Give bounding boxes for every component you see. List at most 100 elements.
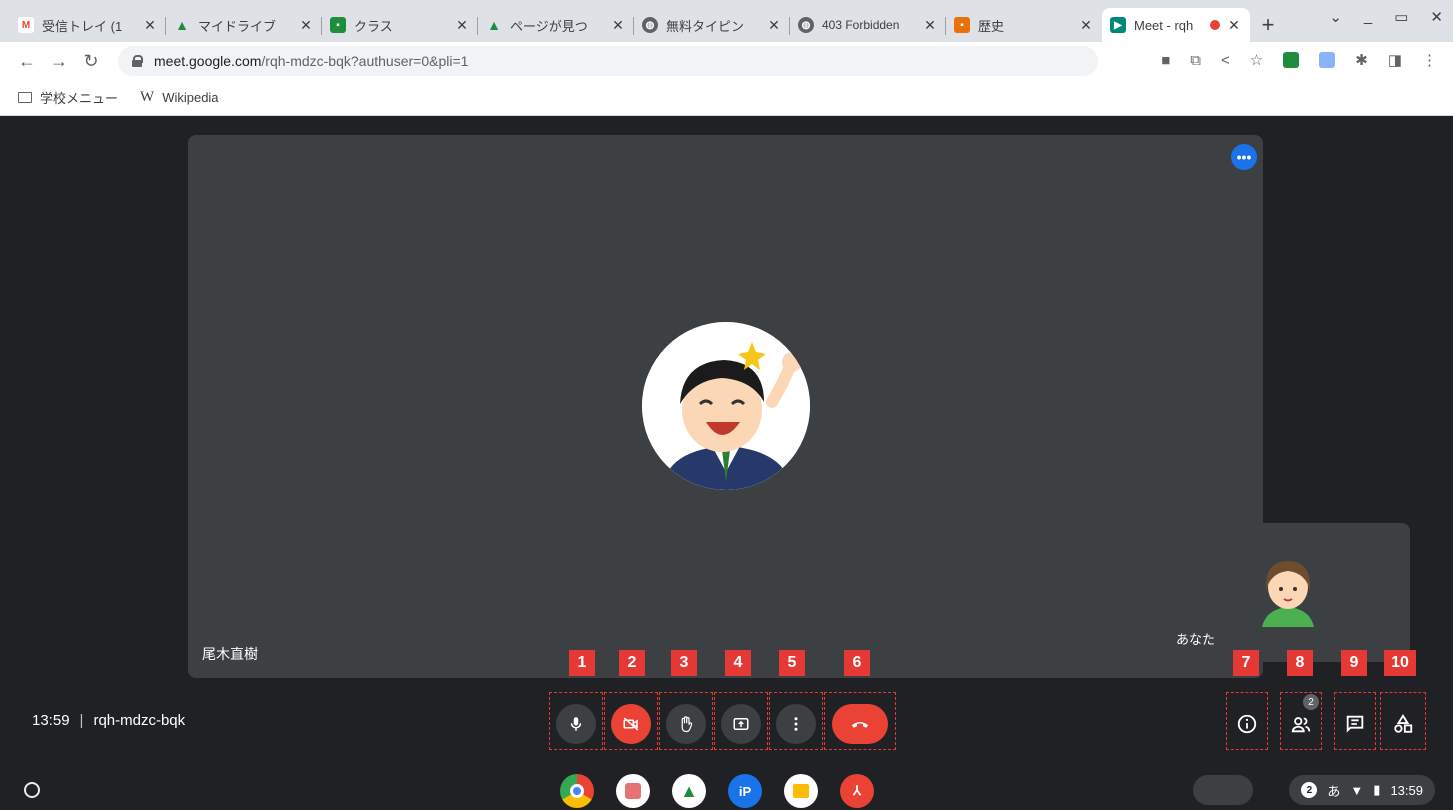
tile-more-options-icon[interactable]: ••• <box>1231 144 1257 170</box>
paint-app-icon[interactable]: iP <box>728 774 762 808</box>
close-icon[interactable]: ✕ <box>454 17 470 34</box>
forward-icon[interactable]: → <box>46 51 72 72</box>
extensions-icon[interactable]: ✱ <box>1355 51 1368 69</box>
activities-icon <box>1394 714 1413 733</box>
chat-icon <box>1346 715 1364 733</box>
participant-name: 尾木直樹 <box>202 646 258 662</box>
tab-title: 受信トレイ (1 <box>42 18 123 34</box>
gmail-icon: M <box>18 17 34 33</box>
new-tab-button[interactable]: + <box>1250 8 1286 42</box>
screen: M 受信トレイ (1 ✕ ▲ マイドライブ ✕ ▪ クラス ✕ ▲ ページが見つ… <box>0 0 1453 810</box>
meeting-details-button[interactable] <box>1227 704 1267 744</box>
tab-history[interactable]: ▪ 歴史 ✕ <box>946 8 1102 42</box>
tab-drive[interactable]: ▲ マイドライブ ✕ <box>166 8 322 42</box>
bookmark-label: Wikipedia <box>162 90 219 105</box>
bookmark-wikipedia[interactable]: W Wikipedia <box>140 89 219 106</box>
url-host: meet.google.com <box>154 53 262 69</box>
self-view-tile[interactable]: あなた <box>1164 523 1410 662</box>
meeting-time: 13:59 <box>32 712 70 729</box>
participant-avatar <box>642 322 810 490</box>
close-icon[interactable]: ✕ <box>922 17 938 34</box>
notification-count: 2 <box>1301 782 1318 798</box>
drive-icon[interactable]: ▲ <box>672 774 706 808</box>
slides-icon: ▪ <box>954 17 970 33</box>
close-icon[interactable]: ✕ <box>766 17 782 34</box>
notes-app-icon[interactable] <box>784 774 818 808</box>
classroom-extension-icon[interactable] <box>1283 52 1300 68</box>
tab-typing[interactable]: ◍ 無料タイピン ✕ <box>634 8 790 42</box>
recording-icon <box>1210 20 1220 30</box>
raise-hand-button[interactable] <box>666 704 706 744</box>
tab-title: クラス <box>354 18 393 34</box>
cartoon-man-avatar <box>642 322 810 490</box>
meeting-details: 13:59 | rqh-mdzc-bqk <box>32 712 185 729</box>
present-screen-button[interactable] <box>721 704 761 744</box>
tab-forbidden[interactable]: ◍ 403 Forbidden ✕ <box>790 8 946 42</box>
tab-drive-2[interactable]: ▲ ページが見つ ✕ <box>478 8 634 42</box>
menu-icon[interactable]: ⋮ <box>1422 51 1437 69</box>
tab-strip: M 受信トレイ (1 ✕ ▲ マイドライブ ✕ ▪ クラス ✕ ▲ ページが見つ… <box>0 0 1453 42</box>
share-icon[interactable]: < <box>1221 52 1230 69</box>
participants-button[interactable]: 2 <box>1281 694 1321 744</box>
more-vert-icon <box>794 717 798 731</box>
chat-button[interactable] <box>1335 704 1375 744</box>
wifi-icon: ▼ <box>1350 782 1364 798</box>
camera-off-icon <box>623 717 639 731</box>
annotation-badge-5: 5 <box>779 650 805 676</box>
close-icon[interactable]: ✕ <box>298 17 314 34</box>
address-bar[interactable]: meet.google.com/rqh-mdzc-bqk?authuser=0&… <box>118 46 1098 76</box>
bookmark-school-menu[interactable]: 学校メニュー <box>18 88 118 107</box>
annotation-badge-6: 6 <box>844 650 870 676</box>
close-icon[interactable]: ✕ <box>142 17 158 34</box>
participant-count-badge: 2 <box>1303 694 1319 710</box>
tab-meet[interactable]: ▶ Meet - rqh ✕ <box>1102 8 1250 42</box>
status-tray[interactable]: 2 あ ▼ ▮ 13:59 <box>1289 775 1435 805</box>
tab-classroom[interactable]: ▪ クラス ✕ <box>322 8 478 42</box>
annotation-badge-4: 4 <box>725 650 751 676</box>
info-icon <box>1237 714 1257 734</box>
drive-icon: ▲ <box>175 17 189 33</box>
activities-button[interactable] <box>1383 704 1423 744</box>
image-extension-icon[interactable] <box>1319 52 1336 68</box>
annotation-badge-8: 8 <box>1287 650 1313 676</box>
restore-icon[interactable]: ▭ <box>1394 8 1408 26</box>
bookmark-label: 学校メニュー <box>40 91 119 106</box>
microphone-icon <box>570 717 582 731</box>
reload-icon[interactable]: ↻ <box>78 51 104 72</box>
tab-title: 無料タイピン <box>666 18 745 34</box>
folder-icon <box>18 92 32 103</box>
drive-icon: ▲ <box>487 17 501 33</box>
box-app-icon[interactable] <box>616 774 650 808</box>
tray-pod[interactable] <box>1193 775 1253 805</box>
close-window-icon[interactable]: ✕ <box>1430 8 1443 26</box>
close-icon[interactable]: ✕ <box>610 17 626 34</box>
tab-title: ページが見つ <box>510 18 588 34</box>
hand-icon <box>681 716 693 733</box>
tab-gmail[interactable]: M 受信トレイ (1 ✕ <box>10 8 166 42</box>
launcher-icon[interactable] <box>24 782 40 798</box>
annotation-badge-1: 1 <box>569 650 595 676</box>
self-name: あなた <box>1176 632 1216 647</box>
close-icon[interactable]: ✕ <box>1226 17 1242 34</box>
close-icon[interactable]: ✕ <box>1078 17 1094 34</box>
microphone-button[interactable] <box>556 704 596 744</box>
participant-tile[interactable]: ••• 尾木直樹 <box>188 135 1263 678</box>
camera-toggle-button[interactable] <box>611 704 651 744</box>
back-icon[interactable]: ← <box>14 51 40 72</box>
camera-icon[interactable]: ■ <box>1161 52 1170 69</box>
people-icon <box>1291 717 1311 733</box>
bookmark-star-icon[interactable]: ☆ <box>1250 51 1263 69</box>
toolbar-actions: ■ ⧉ < ☆ ✱ ◨ ⋮ <box>1161 51 1437 70</box>
chrome-icon[interactable] <box>560 774 594 808</box>
meet-icon: ▶ <box>1110 17 1126 33</box>
leave-call-button[interactable] <box>832 704 888 744</box>
shelf-apps: ▲ iP ⅄ <box>560 774 874 808</box>
translate-icon[interactable]: ⧉ <box>1190 52 1201 69</box>
bookmarks-bar: 学校メニュー W Wikipedia <box>0 80 1453 116</box>
more-options-button[interactable] <box>776 704 816 744</box>
battery-icon: ▮ <box>1373 782 1381 797</box>
minimize-icon[interactable]: _ <box>1364 8 1372 26</box>
pdf-icon[interactable]: ⅄ <box>840 774 874 808</box>
tab-search-icon[interactable]: ⌄ <box>1329 8 1342 26</box>
side-panel-icon[interactable]: ◨ <box>1388 51 1402 69</box>
